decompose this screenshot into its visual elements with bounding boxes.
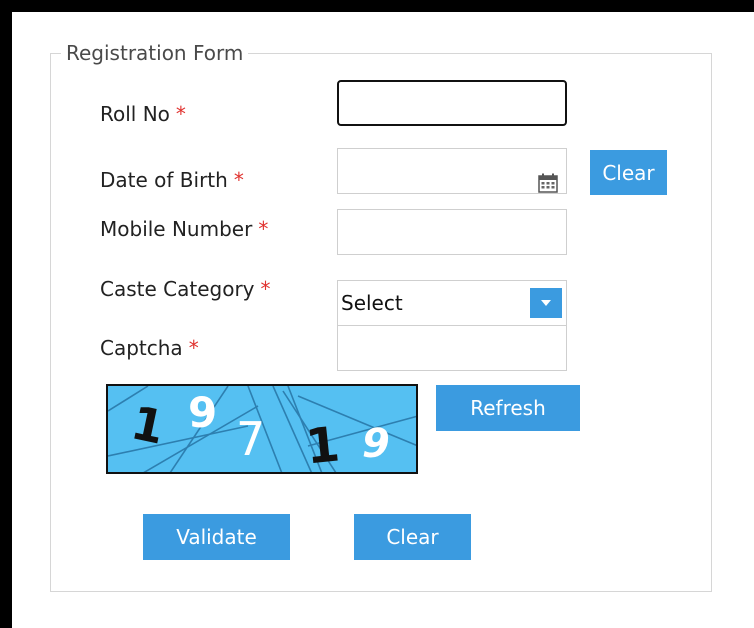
chevron-down-icon[interactable] bbox=[530, 288, 562, 318]
mobile-input[interactable] bbox=[337, 209, 567, 255]
captcha-label-text: Captcha bbox=[100, 336, 183, 360]
validate-button[interactable]: Validate bbox=[143, 514, 290, 560]
captcha-char: 9 bbox=[362, 421, 390, 467]
required-marker: * bbox=[188, 336, 199, 360]
form-legend: Registration Form bbox=[66, 41, 244, 65]
mobile-label-text: Mobile Number bbox=[100, 217, 253, 241]
dob-input[interactable] bbox=[337, 148, 567, 194]
captcha-char: 7 bbox=[236, 412, 266, 466]
roll-no-label: Roll No * bbox=[100, 102, 186, 126]
captcha-label: Captcha * bbox=[100, 336, 199, 360]
required-marker: * bbox=[260, 277, 271, 301]
dob-label-text: Date of Birth bbox=[100, 168, 228, 192]
caste-label: Caste Category * bbox=[100, 277, 271, 301]
roll-no-label-text: Roll No bbox=[100, 102, 170, 126]
dob-label: Date of Birth * bbox=[100, 168, 244, 192]
required-marker: * bbox=[175, 102, 186, 126]
clear-button[interactable]: Clear bbox=[354, 514, 471, 560]
captcha-input[interactable] bbox=[337, 325, 567, 371]
page: Registration Form Roll No * Date of Birth… bbox=[12, 12, 754, 628]
caste-select-value: Select bbox=[341, 291, 403, 315]
caste-label-text: Caste Category bbox=[100, 277, 255, 301]
calendar-icon[interactable] bbox=[538, 173, 558, 193]
refresh-button[interactable]: Refresh bbox=[436, 385, 580, 431]
dob-clear-button[interactable]: Clear bbox=[590, 150, 667, 195]
caste-select[interactable]: Select bbox=[337, 280, 567, 326]
roll-no-input[interactable] bbox=[337, 80, 567, 126]
required-marker: * bbox=[258, 217, 269, 241]
required-marker: * bbox=[233, 168, 244, 192]
captcha-char: 1 bbox=[303, 416, 343, 474]
captcha-char: 9 bbox=[188, 388, 218, 437]
mobile-label: Mobile Number * bbox=[100, 217, 268, 241]
captcha-image: 1 9 7 1 9 bbox=[106, 384, 418, 474]
